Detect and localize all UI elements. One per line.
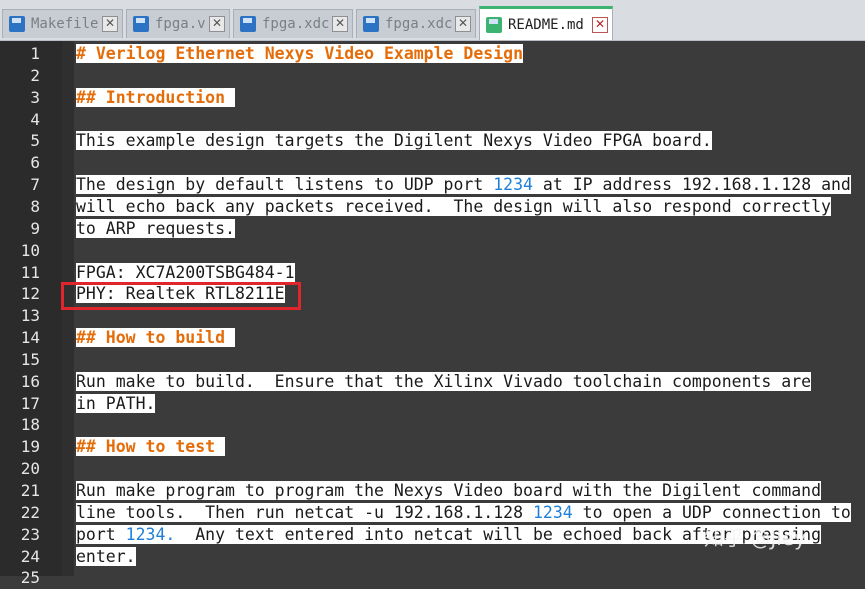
line-number: 5: [30, 131, 40, 151]
close-icon[interactable]: ✕: [102, 16, 118, 32]
number-token: 1234: [532, 502, 573, 522]
line-number: 2: [30, 65, 40, 85]
close-icon[interactable]: ✕: [455, 16, 471, 32]
text-token: will echo back any packets received. The…: [76, 196, 831, 216]
text-token: Run make program to program the Nexys Vi…: [76, 481, 822, 500]
code-line: to ARP requests.: [76, 218, 235, 240]
line-number: 8: [30, 196, 40, 216]
code-line: ## Introduction: [76, 87, 235, 109]
file-icon: [363, 16, 379, 32]
file-icon: [133, 16, 149, 32]
file-icon: [240, 16, 256, 32]
tab-fpga-xdc-1[interactable]: fpga.xdc ✕: [233, 9, 353, 38]
text-token: enter.: [76, 546, 136, 566]
text-token: to ARP requests.: [76, 218, 235, 238]
close-icon[interactable]: ✕: [592, 16, 608, 33]
line-number: 9: [30, 218, 40, 238]
line-number: 6: [30, 153, 40, 173]
tab-readme[interactable]: README.md ✕: [479, 6, 613, 40]
text-token: The design by default listens to UDP por…: [76, 175, 494, 195]
markdown-heading: ## Introduction: [76, 87, 235, 107]
code-line: Run make to build. Ensure that the Xilin…: [76, 371, 812, 393]
line-number: 7: [30, 175, 40, 195]
tab-fpga-xdc-2[interactable]: fpga.xdc ✕: [356, 9, 476, 38]
code-line: FPGA: XC7A200TSBG484-1: [76, 262, 295, 284]
tab-fpga-v[interactable]: fpga.v ✕: [126, 9, 230, 38]
line-number: 18: [20, 415, 40, 435]
line-number: 13: [20, 306, 40, 326]
markdown-heading: ## How to test: [76, 437, 226, 457]
tab-label: fpga.v: [155, 16, 206, 32]
tab-makefile[interactable]: Makefile ✕: [2, 9, 123, 38]
line-number: 10: [20, 240, 40, 260]
line-number: 4: [30, 109, 40, 129]
line-number: 20: [20, 459, 40, 479]
file-icon: [9, 16, 25, 32]
text-token: line tools. Then run netcat -u 192.168.1…: [76, 502, 533, 522]
code-line: Run make program to program the Nexys Vi…: [76, 480, 822, 502]
line-number: 22: [20, 502, 40, 522]
tab-label: fpga.xdc: [385, 16, 453, 32]
tab-label: README.md: [508, 16, 584, 33]
line-number-gutter: 1 2 3 4 5 6 7 8 9 10 11 12 13 14 15 16 17 18 19 20 21 22 23 24 2…: [0, 41, 62, 587]
number-token: 1234.: [125, 524, 176, 544]
code-line: ## How to build: [76, 327, 235, 349]
text-token: at IP address 192.168.1.128 and: [532, 175, 851, 195]
code-line: The design by default listens to UDP por…: [76, 174, 851, 196]
text-token: This example design targets the Digilent…: [76, 131, 712, 151]
line-number: 17: [20, 393, 40, 413]
line-number: 12: [20, 284, 40, 304]
code-line: will echo back any packets received. The…: [76, 196, 831, 218]
text-token: in PATH.: [76, 393, 156, 413]
line-number: 15: [20, 349, 40, 369]
code-line: in PATH.: [76, 393, 156, 415]
tab-label: Makefile: [31, 16, 99, 32]
line-number: 3: [30, 87, 40, 107]
line-number: 19: [20, 437, 40, 457]
code-line: This example design targets the Digilent…: [76, 130, 712, 152]
line-number: 1: [30, 44, 40, 63]
number-token: 1234: [493, 175, 533, 195]
line-number: 23: [20, 524, 40, 544]
code-line: enter.: [76, 546, 136, 568]
line-number: 11: [20, 262, 40, 282]
markdown-heading: ## How to build: [76, 328, 235, 348]
code-line: line tools. Then run netcat -u 192.168.1…: [76, 502, 851, 524]
code-line: ## How to test: [76, 436, 226, 458]
close-icon[interactable]: ✕: [209, 16, 225, 32]
annotation-highlight-box: [61, 282, 301, 310]
watermark: 知乎 @Jiey: [704, 526, 806, 550]
line-number: 21: [20, 481, 40, 500]
tab-bar: Makefile ✕ fpga.v ✕ fpga.xdc ✕ fpga.xdc …: [0, 0, 865, 41]
text-token: port: [76, 524, 126, 544]
tab-label: fpga.xdc: [262, 16, 330, 32]
line-number: 24: [20, 546, 40, 566]
text-token: to open a UDP connection to: [572, 502, 851, 522]
code-line: # Verilog Ethernet Nexys Video Example D…: [76, 43, 524, 65]
file-icon: [486, 16, 502, 33]
line-number: 16: [20, 371, 40, 391]
text-token: Run make to build. Ensure that the Xilin…: [76, 371, 812, 391]
text-token: FPGA: XC7A200TSBG484-1: [76, 262, 295, 282]
markdown-heading: # Verilog Ethernet Nexys Video Example D…: [76, 44, 524, 63]
close-icon[interactable]: ✕: [332, 16, 348, 32]
line-number: 14: [20, 328, 40, 348]
line-number: 25: [20, 568, 40, 588]
